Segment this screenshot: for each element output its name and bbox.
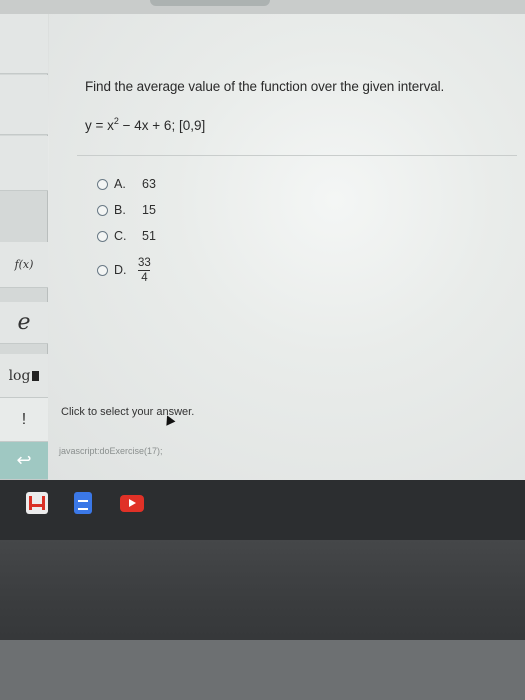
option-value: 15 <box>142 203 156 217</box>
radio-icon[interactable] <box>97 230 108 242</box>
palette-button-1[interactable] <box>0 14 48 74</box>
screen: f(x) e log ! ↩ Find the average value of… <box>0 0 525 480</box>
option-c[interactable]: C. 51 <box>97 226 156 246</box>
log-placeholder-icon <box>32 370 40 381</box>
laptop-base <box>0 640 525 700</box>
fraction-denominator: 4 <box>141 271 148 284</box>
back-button[interactable]: ↩ <box>0 442 48 480</box>
palette-button-2[interactable] <box>0 75 48 135</box>
fraction-numerator: 33 <box>138 256 151 269</box>
function-label: f(x) <box>14 258 34 271</box>
function-expression: y = x2 − 4x + 6; [0,9] <box>85 116 205 133</box>
option-letter: A. <box>114 177 126 191</box>
option-d[interactable]: D. 33 4 <box>97 257 151 284</box>
log-label: log <box>8 367 31 384</box>
radio-icon[interactable] <box>97 178 108 190</box>
radio-icon[interactable] <box>97 264 108 276</box>
option-value: 51 <box>142 229 156 243</box>
header-blur <box>150 0 270 6</box>
fraction-bar <box>138 269 151 271</box>
top-bar <box>0 0 525 14</box>
google-docs-icon[interactable] <box>74 492 92 514</box>
factorial-button[interactable]: ! <box>0 398 48 442</box>
e-label: e <box>17 310 31 335</box>
function-button[interactable]: f(x) <box>0 242 48 288</box>
radio-icon[interactable] <box>97 204 108 216</box>
function-suffix: − 4x + 6; [0,9] <box>118 118 206 133</box>
option-a[interactable]: A. 63 <box>97 174 156 194</box>
question-panel: Find the average value of the function o… <box>49 14 525 480</box>
option-b[interactable]: B. 15 <box>97 200 156 220</box>
e-button[interactable]: e <box>0 302 48 344</box>
fraction: 33 4 <box>138 257 151 284</box>
option-letter: C. <box>114 229 127 243</box>
taskbar <box>0 480 525 540</box>
log-button[interactable]: log <box>0 354 48 398</box>
option-letter: B. <box>114 203 126 217</box>
status-bar-url: javascript:doExercise(17); <box>59 446 163 456</box>
function-prefix: y = x <box>85 118 114 133</box>
palette-button-3[interactable] <box>0 136 48 191</box>
gmail-icon[interactable] <box>26 492 48 514</box>
option-value: 63 <box>142 177 156 191</box>
youtube-icon[interactable] <box>120 495 144 512</box>
back-arrow-icon: ↩ <box>16 450 32 471</box>
divider <box>77 155 517 156</box>
factorial-label: ! <box>21 410 27 428</box>
math-palette: f(x) e log ! ↩ <box>0 14 48 480</box>
question-prompt: Find the average value of the function o… <box>85 79 445 94</box>
instruction-text: Click to select your answer. <box>61 406 195 418</box>
